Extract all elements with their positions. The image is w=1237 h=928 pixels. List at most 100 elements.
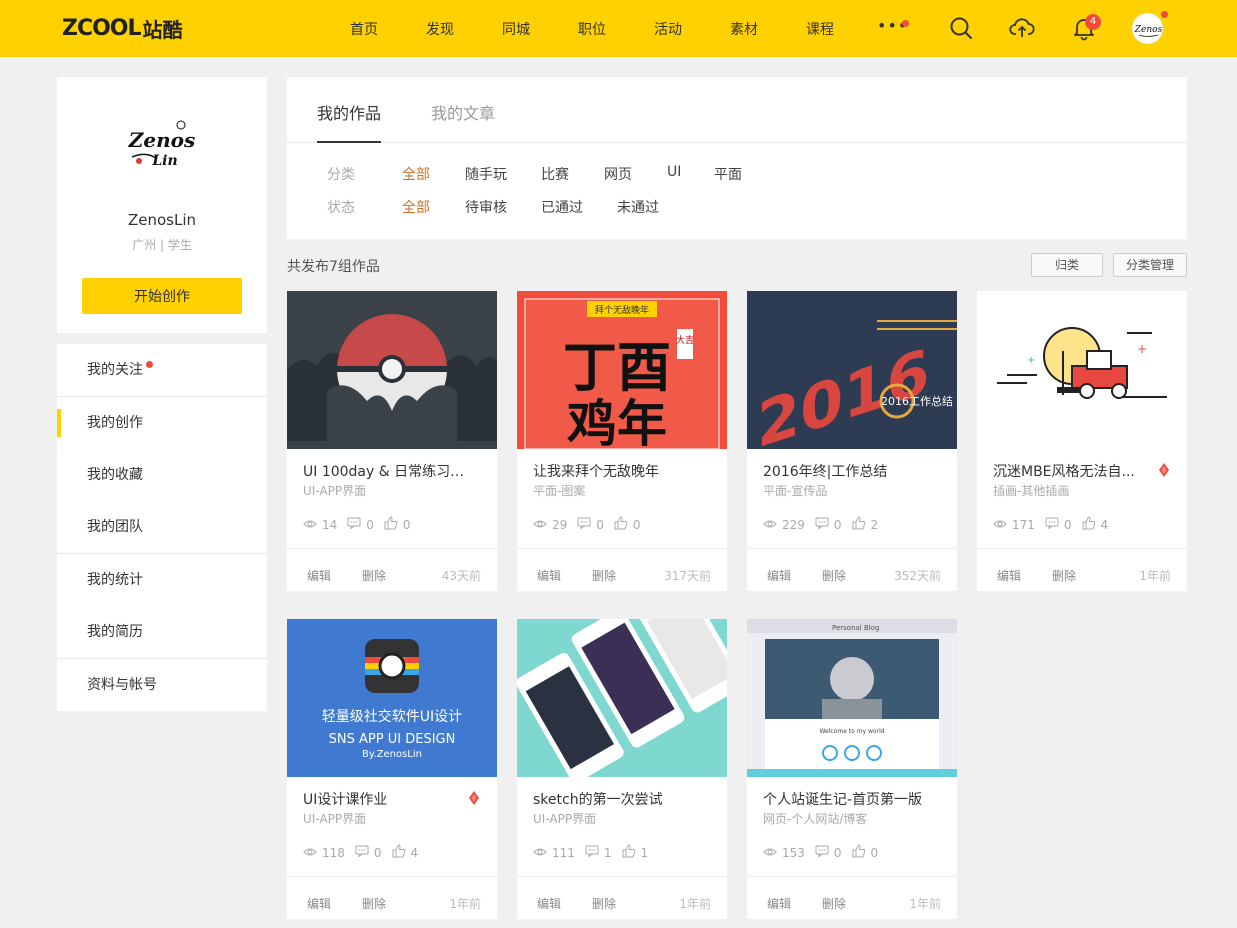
delete-button[interactable]: 删除 [822,895,846,912]
work-title[interactable]: 个人站诞生记-首页第一版 [763,789,935,809]
nav-home[interactable]: 首页 [350,19,378,39]
edit-button[interactable]: 编辑 [537,895,561,912]
work-time: 317天前 [664,569,711,583]
sidebar-item-my-works[interactable]: 我的创作 [57,397,267,449]
work-card[interactable]: 轻量级社交软件UI设计 SNS APP UI DESIGN By.ZenosLi… [287,619,497,919]
work-title[interactable]: UI 100day & 日常练习整... [303,461,475,481]
status-approved[interactable]: 已通过 [541,197,583,217]
delete-button[interactable]: 删除 [1052,567,1076,584]
edit-button[interactable]: 编辑 [307,567,331,584]
edit-button[interactable]: 编辑 [537,567,561,584]
delete-button[interactable]: 删除 [362,895,386,912]
work-card[interactable]: sketch的第一次尝试 UI-APP界面 111 1 1 编辑 删除 1年前 [517,619,727,919]
work-stats: 171 0 4 [993,516,1118,533]
category-web[interactable]: 网页 [604,164,632,184]
work-card[interactable]: 2016 2016工作总结 2016年终|工作总结 平面-宣传品 229 0 2 编辑 删除… [747,291,957,591]
work-title[interactable]: sketch的第一次尝试 [533,789,705,809]
nav-discover[interactable]: 发现 [426,19,454,39]
status-rejected[interactable]: 未通过 [617,197,659,217]
work-cover-image[interactable]: 轻量级社交软件UI设计 SNS APP UI DESIGN By.ZenosLi… [287,619,497,777]
delete-button[interactable]: 删除 [592,895,616,912]
nav-local[interactable]: 同城 [502,19,530,39]
sidebar-item-following[interactable]: 我的关注 [57,344,267,396]
delete-button[interactable]: 删除 [362,567,386,584]
card-divider [517,548,727,549]
sidebar-item-label: 资料与帐号 [87,677,157,693]
work-cover-image[interactable] [287,291,497,449]
likes-stat: 1 [622,844,648,861]
start-create-button[interactable]: 开始创作 [82,278,242,314]
card-divider [517,876,727,877]
category-filter-label: 分类 [327,167,355,183]
edit-button[interactable]: 编辑 [767,567,791,584]
work-title[interactable]: 2016年终|工作总结 [763,461,935,481]
classify-button[interactable]: 归类 [1031,253,1103,277]
work-cover-image[interactable]: 2016 2016工作总结 [747,291,957,449]
edit-button[interactable]: 编辑 [767,895,791,912]
sidebar-item-favorites[interactable]: 我的收藏 [57,449,267,501]
category-manage-button[interactable]: 分类管理 [1113,253,1187,277]
nav-courses[interactable]: 课程 [806,19,834,39]
sidebar-item-account[interactable]: 资料与帐号 [57,659,267,711]
upload-cloud-icon[interactable] [1009,15,1035,41]
eye-icon [303,846,322,860]
more-dot [902,20,909,27]
logo-cn: 站酷 [142,17,183,42]
delete-button[interactable]: 删除 [592,567,616,584]
work-cover-image[interactable]: + + [977,291,1187,449]
likes-count: 4 [410,845,419,860]
views-stat: 14 [303,518,337,532]
views-count: 171 [1012,517,1035,532]
work-title[interactable]: 沉迷MBE风格无法自... [993,461,1165,481]
work-title[interactable]: 让我来拜个无敌晚年 [533,461,705,481]
status-pending[interactable]: 待审核 [465,197,507,217]
category-casual[interactable]: 随手玩 [465,164,507,184]
works-count: 共发布7组作品 [287,259,380,275]
work-title[interactable]: UI设计课作业 [303,789,475,809]
work-stats: 118 0 4 [303,844,428,861]
tab-my-works[interactable]: 我的作品 [317,100,381,124]
edit-button[interactable]: 编辑 [307,895,331,912]
work-card[interactable]: 拜个无敌晚年 丁酉 鸡年 大吉 让我来拜个无敌晚年 平面-图案 29 0 0 编辑 删除 31… [517,291,727,591]
tab-my-articles[interactable]: 我的文章 [431,100,495,124]
delete-button[interactable]: 删除 [822,567,846,584]
work-card[interactable]: Personal Blog Welcome to my world 个人站诞生记… [747,619,957,919]
eye-icon [763,518,782,532]
work-time: 1年前 [1139,569,1171,583]
likes-count: 0 [402,517,411,532]
sidebar-item-label: 我的创作 [87,415,143,431]
blog-welcome: Welcome to my world [819,728,884,735]
category-all[interactable]: 全部 [402,164,430,184]
category-ui[interactable]: UI [667,164,681,180]
nav-events[interactable]: 活动 [654,19,682,39]
comment-icon [347,517,366,532]
work-cover-image[interactable] [517,619,727,777]
comment-icon [1045,517,1064,532]
work-card[interactable]: + + 沉迷MBE风格无法自... 插画-其他插画 171 0 4 编辑 删除 1年前 [977,291,1187,591]
status-all[interactable]: 全部 [402,197,430,217]
eye-icon [303,518,322,532]
nav-materials[interactable]: 素材 [730,19,758,39]
avatar[interactable]: Zenos [1132,13,1163,44]
nav-jobs[interactable]: 职位 [578,19,606,39]
rooster-banner-text: 拜个无敌晚年 [595,304,649,316]
search-icon[interactable] [948,15,974,41]
views-count: 29 [552,517,568,532]
sidebar-item-stats[interactable]: 我的统计 [57,554,267,606]
views-stat: 29 [533,518,567,532]
work-time: 352天前 [894,569,941,583]
zcool-logo[interactable]: ZCOOL 站酷 [62,15,183,42]
sidebar-item-team[interactable]: 我的团队 [57,501,267,553]
work-cover-image[interactable]: 拜个无敌晚年 丁酉 鸡年 大吉 [517,291,727,449]
eye-icon [533,846,552,860]
views-stat: 229 [763,518,805,532]
work-card[interactable]: UI 100day & 日常练习整... UI-APP界面 14 0 0 编辑 删除 43天前 [287,291,497,591]
category-graphic[interactable]: 平面 [714,164,742,184]
edit-button[interactable]: 编辑 [997,567,1021,584]
sidebar-item-resume[interactable]: 我的简历 [57,606,267,658]
work-stats: 29 0 0 [533,516,651,533]
category-contest[interactable]: 比赛 [541,164,569,184]
work-cover-image[interactable]: Personal Blog Welcome to my world [747,619,957,777]
comments-count: 1 [603,845,612,860]
sidebar-item-label: 我的团队 [87,519,143,535]
